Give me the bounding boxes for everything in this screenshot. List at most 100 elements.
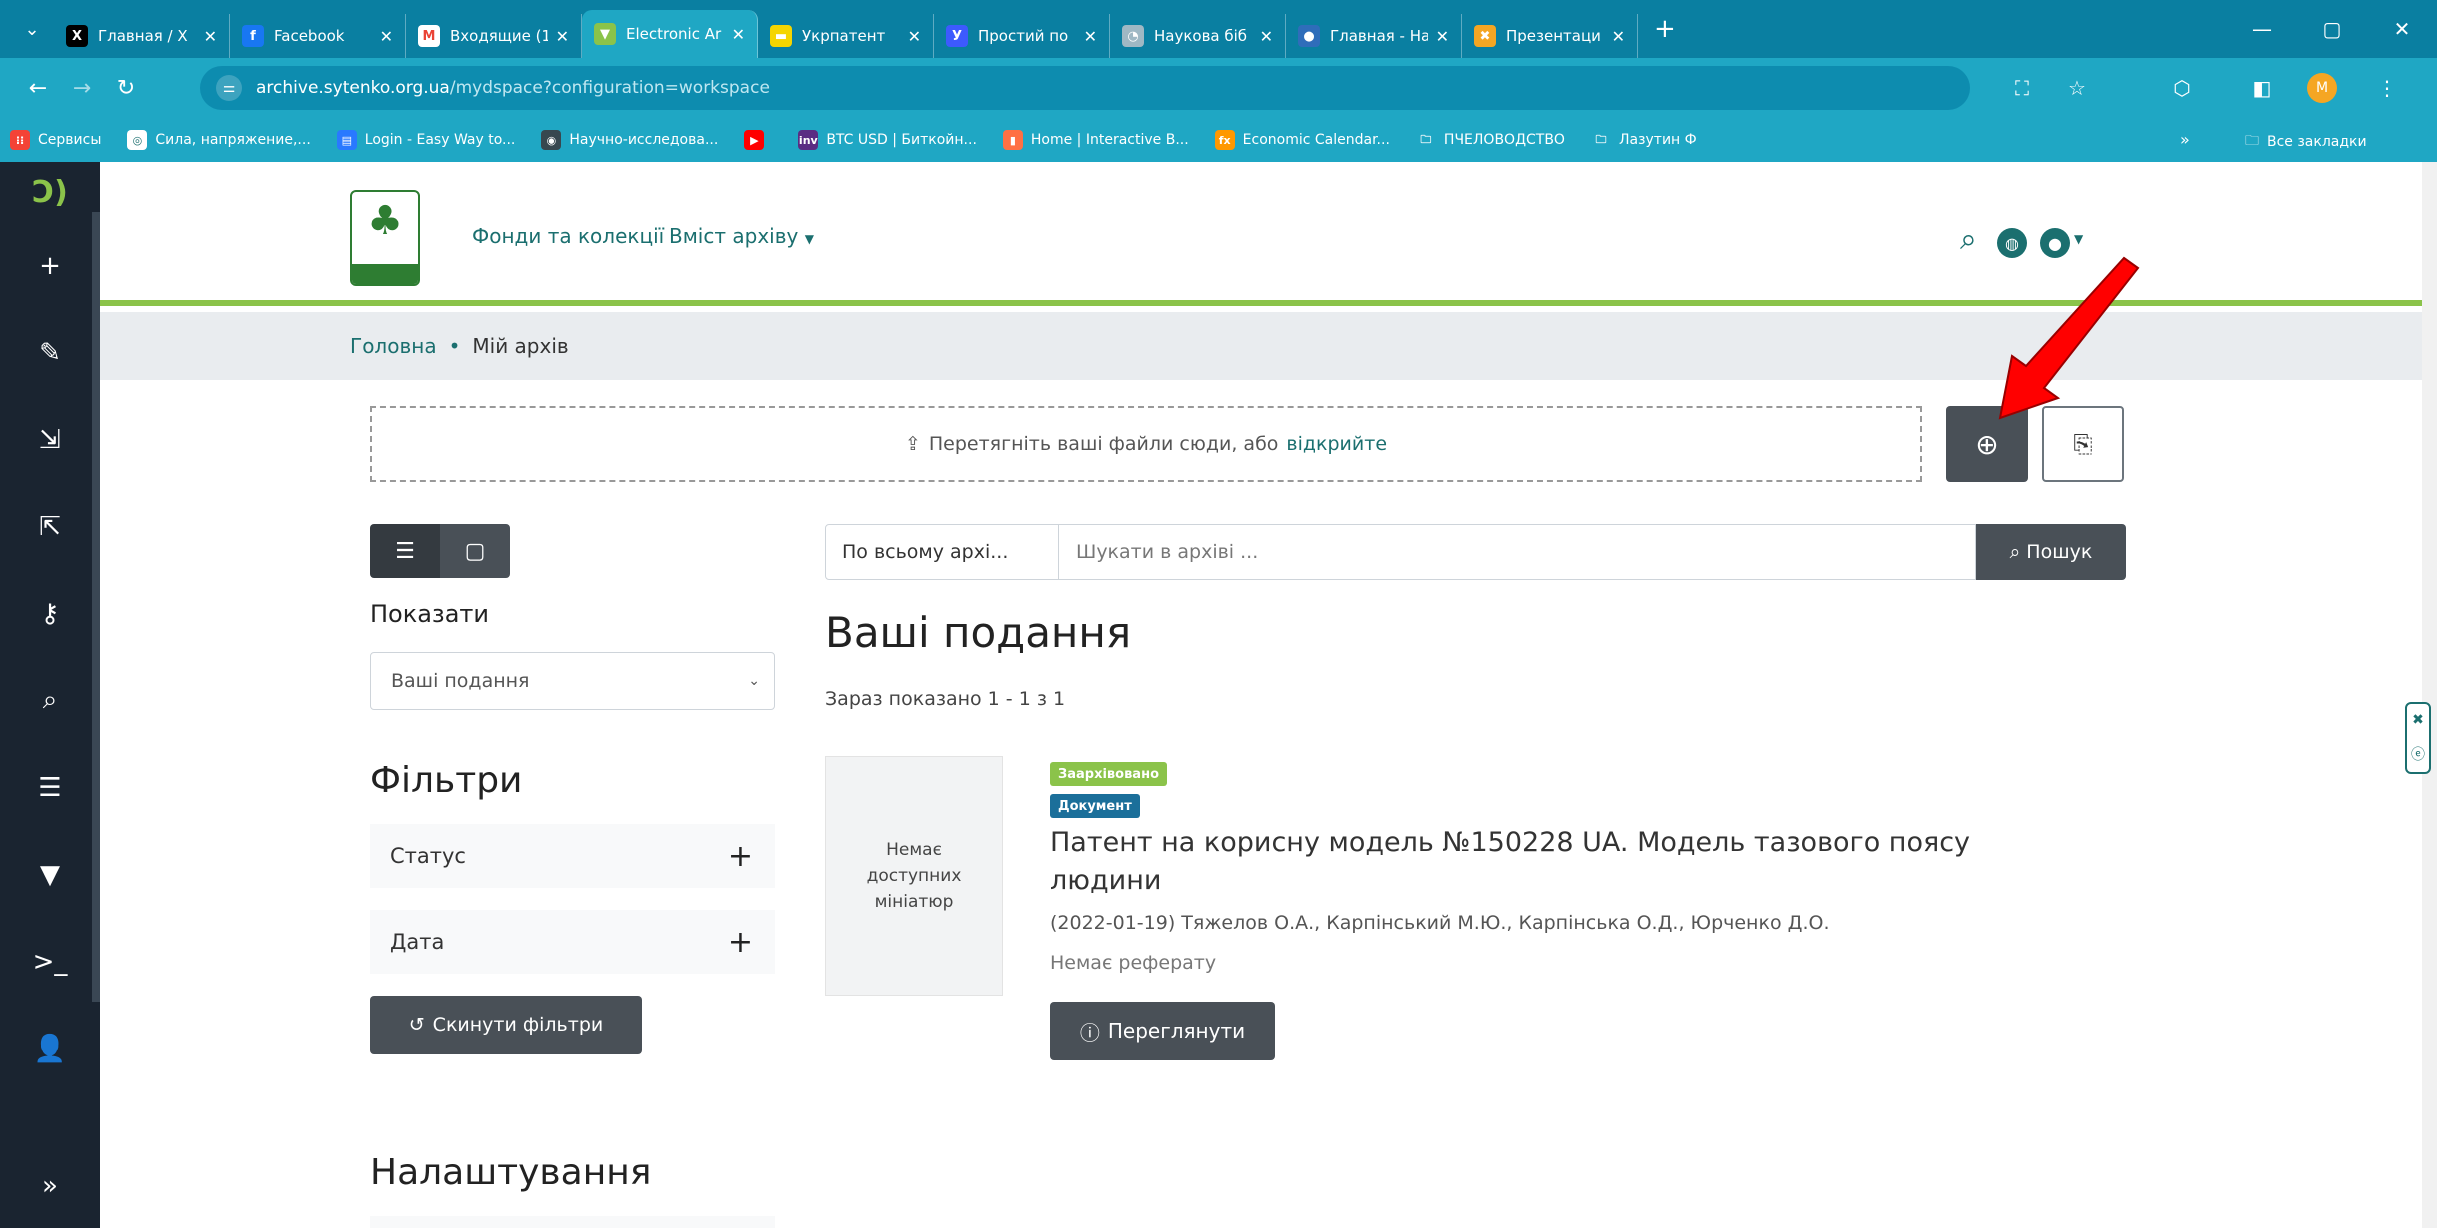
forward-arrow-icon[interactable]: → bbox=[60, 66, 104, 110]
settings-heading: Налаштування bbox=[370, 1152, 652, 1193]
browser-toolbar: ← → ↻ ⚌ archive.sytenko.org.ua/mydspace?… bbox=[0, 58, 2437, 118]
bookmark-item[interactable]: ▮ Home | Interactive B... bbox=[1002, 130, 1189, 150]
translate-icon[interactable]: ⛶ bbox=[2000, 66, 2044, 110]
facet-status[interactable]: Статус + bbox=[370, 824, 775, 888]
widget-e-icon[interactable]: ⓔ bbox=[2411, 744, 2425, 764]
view-item-button[interactable]: ⓘ Переглянути bbox=[1050, 1002, 1275, 1060]
library-icon: ◔ bbox=[1122, 25, 1144, 47]
reload-icon[interactable]: ↻ bbox=[104, 66, 148, 110]
user-caret-icon[interactable]: ▼ bbox=[2074, 232, 2083, 246]
floating-widget[interactable]: ✖ ⓔ bbox=[2405, 702, 2431, 774]
profile-avatar[interactable]: M bbox=[2300, 66, 2344, 110]
extensions-icon[interactable]: ⬡ bbox=[2160, 66, 2204, 110]
browser-tab[interactable]: ● Главная - На ✕ bbox=[1286, 14, 1462, 58]
side-panel-icon[interactable]: ◧ bbox=[2240, 66, 2284, 110]
sidebar-scrollbar[interactable] bbox=[92, 212, 100, 1002]
import-icon[interactable]: ⇲ bbox=[0, 396, 100, 483]
institute-logo[interactable]: ♣ bbox=[350, 190, 420, 286]
search-button[interactable]: ⌕ Пошук bbox=[1976, 524, 2126, 580]
show-configuration-select[interactable]: Ваші подання ⌄ bbox=[370, 652, 775, 710]
bookmark-item[interactable]: inv BTC USD | Биткойн... bbox=[798, 130, 977, 150]
bookmarks-overflow-icon[interactable]: » bbox=[2180, 130, 2190, 149]
tab-label: Наукова біб bbox=[1154, 27, 1248, 45]
grid-view-button[interactable]: ▢ bbox=[440, 524, 510, 578]
browser-tab[interactable]: У Простий по ✕ bbox=[934, 14, 1110, 58]
bookmark-item[interactable]: fx Economic Calendar... bbox=[1214, 130, 1390, 150]
user-menu-icon[interactable]: ● bbox=[2040, 228, 2070, 258]
new-submission-button[interactable]: ⊕ bbox=[1946, 406, 2028, 482]
bookmark-item[interactable]: ⁝⁝ Сервисы bbox=[10, 130, 101, 150]
edit-pencil-icon[interactable]: ✎ bbox=[0, 309, 100, 396]
tab-close-icon[interactable]: ✕ bbox=[1612, 27, 1625, 46]
bookmark-item[interactable]: 🗀 ПЧЕЛОВОДСТВО bbox=[1416, 130, 1565, 150]
url-host: archive.sytenko.org.ua bbox=[256, 78, 450, 98]
tab-close-icon[interactable]: ✕ bbox=[204, 27, 217, 46]
add-new-icon[interactable]: + bbox=[0, 222, 100, 309]
search-scope-select[interactable]: По всьому архі... bbox=[825, 524, 1059, 580]
tab-close-icon[interactable]: ✕ bbox=[380, 27, 393, 46]
user-check-icon[interactable]: 👤 bbox=[0, 1005, 100, 1092]
expand-plus-icon[interactable]: + bbox=[728, 925, 753, 960]
dspace-logo-icon[interactable]: Ɔ) bbox=[0, 162, 100, 222]
tab-close-icon[interactable]: ✕ bbox=[1084, 27, 1097, 46]
bookmark-item[interactable]: ▤ Login - Easy Way to... bbox=[336, 130, 515, 150]
dropzone-open-link[interactable]: відкрийте bbox=[1286, 433, 1387, 455]
import-submission-button[interactable]: ⎘ bbox=[2042, 406, 2124, 482]
browser-menu-icon[interactable]: ⋮ bbox=[2365, 66, 2409, 110]
ukrpatent-icon: ▬ bbox=[770, 25, 792, 47]
bookmark-item[interactable]: ◎ Сила, напряжение,... bbox=[127, 130, 311, 150]
minimize-icon[interactable]: — bbox=[2227, 0, 2297, 58]
search-input[interactable]: Шукати в архіві ... bbox=[1058, 524, 1976, 580]
settings-panel[interactable] bbox=[370, 1216, 775, 1228]
header-search-icon[interactable]: ⌕ bbox=[1960, 222, 1977, 257]
export-icon[interactable]: ⇱ bbox=[0, 483, 100, 570]
browser-tab[interactable]: ✖ Презентаци ✕ bbox=[1462, 14, 1638, 58]
tab-search-chevron-icon[interactable]: ⌄ bbox=[10, 7, 54, 51]
nav-communities-link[interactable]: Фонди та колекції bbox=[472, 224, 664, 248]
browser-tab[interactable]: f Facebook ✕ bbox=[230, 14, 406, 58]
bookmark-item[interactable]: ▶ bbox=[744, 130, 772, 150]
reset-filters-button[interactable]: ↺ Скинути фільтри bbox=[370, 996, 642, 1054]
browser-tab[interactable]: ▬ Укрпатент ✕ bbox=[758, 14, 934, 58]
tab-close-icon[interactable]: ✕ bbox=[1260, 27, 1273, 46]
site-settings-icon[interactable]: ⚌ bbox=[216, 75, 242, 101]
bookmark-item[interactable]: ◉ Научно-исследова... bbox=[541, 130, 718, 150]
expand-sidebar-icon[interactable]: » bbox=[0, 1142, 100, 1229]
expand-plus-icon[interactable]: + bbox=[728, 839, 753, 874]
search-sidebar-icon[interactable]: ⌕ bbox=[0, 657, 100, 744]
tab-close-icon[interactable]: ✕ bbox=[1436, 27, 1449, 46]
filters-heading: Фільтри bbox=[370, 760, 523, 801]
tab-close-icon[interactable]: ✕ bbox=[732, 25, 745, 44]
tab-close-icon[interactable]: ✕ bbox=[556, 27, 569, 46]
breadcrumb-home[interactable]: Головна bbox=[350, 334, 437, 358]
list-view-button[interactable]: ☰ bbox=[370, 524, 440, 578]
filter-funnel-icon[interactable]: ▼ bbox=[0, 831, 100, 918]
browser-tab[interactable]: ▼ Electronic Ar ✕ bbox=[582, 10, 758, 58]
back-arrow-icon[interactable]: ← bbox=[16, 66, 60, 110]
browser-tab[interactable]: ◔ Наукова біб ✕ bbox=[1110, 14, 1286, 58]
browser-tab[interactable]: M Входящие (1 ✕ bbox=[406, 14, 582, 58]
bookmark-star-icon[interactable]: ☆ bbox=[2055, 66, 2099, 110]
facet-date[interactable]: Дата + bbox=[370, 910, 775, 974]
file-dropzone[interactable]: ⇪ Перетягніть ваші файли сюди, або відкр… bbox=[370, 406, 1922, 482]
list-registries-icon[interactable]: ☰ bbox=[0, 744, 100, 831]
maximize-icon[interactable]: ▢ bbox=[2297, 0, 2367, 58]
language-globe-icon[interactable]: ◍ bbox=[1997, 228, 2027, 258]
close-window-icon[interactable]: ✕ bbox=[2367, 0, 2437, 58]
new-tab-plus-icon[interactable]: + bbox=[1654, 14, 1676, 44]
bookmark-item[interactable]: 🗀 Лазутин Ф bbox=[1591, 130, 1696, 150]
bookmark-label: BTC USD | Биткойн... bbox=[826, 132, 977, 148]
access-key-icon[interactable]: ⚷ bbox=[0, 570, 100, 657]
page-scrollbar[interactable] bbox=[2422, 162, 2437, 1228]
tab-close-icon[interactable]: ✕ bbox=[908, 27, 921, 46]
terminal-prompt-icon[interactable]: >_ bbox=[0, 918, 100, 1005]
close-circle-icon[interactable]: ✖ bbox=[2412, 712, 2424, 728]
address-bar[interactable]: ⚌ archive.sytenko.org.ua/mydspace?config… bbox=[200, 66, 1970, 110]
item-title[interactable]: Патент на корисну модель №150228 UA. Мод… bbox=[1050, 824, 2050, 900]
all-bookmarks-folder[interactable]: 🗀 Все закладки bbox=[2245, 130, 2367, 154]
browser-tab[interactable]: X Главная / X ✕ bbox=[54, 14, 230, 58]
nav-browse-menu[interactable]: Вміст архіву ▼ bbox=[669, 224, 814, 248]
globe-tab-icon: ● bbox=[1298, 25, 1320, 47]
breadcrumb-current: Мій архів bbox=[472, 334, 569, 358]
tab-label: Простий по bbox=[978, 27, 1069, 45]
